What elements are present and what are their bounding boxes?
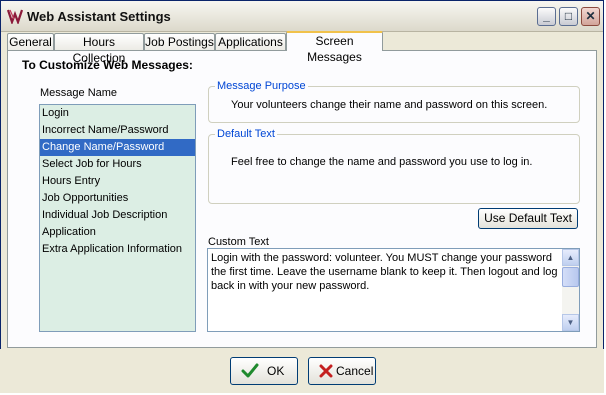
message-purpose-legend: Message Purpose xyxy=(215,80,308,92)
app-logo-icon xyxy=(7,9,23,24)
cancel-button[interactable]: Cancel xyxy=(308,357,376,385)
ok-label: OK xyxy=(267,364,285,378)
message-list[interactable]: Login Incorrect Name/Password Change Nam… xyxy=(39,104,196,332)
list-item-selected[interactable]: Change Name/Password xyxy=(40,139,195,156)
default-text-content: Feel free to change the name and passwor… xyxy=(231,156,533,168)
close-button[interactable]: ✕ xyxy=(581,7,600,26)
minimize-button[interactable]: _ xyxy=(537,7,556,26)
tab-general[interactable]: General xyxy=(7,33,54,50)
maximize-button[interactable]: □ xyxy=(559,7,578,26)
scroll-thumb[interactable] xyxy=(562,267,579,287)
custom-text-field[interactable]: Login with the password: volunteer. You … xyxy=(207,248,580,332)
section-heading: To Customize Web Messages: xyxy=(22,58,193,72)
custom-text-scrollbar[interactable]: ▲ ▼ xyxy=(562,249,579,331)
list-item[interactable]: Job Opportunities xyxy=(40,190,195,207)
message-purpose-group: Message Purpose Your volunteers change t… xyxy=(208,80,580,123)
close-icon: ✕ xyxy=(585,9,596,23)
default-text-group: Default Text Feel free to change the nam… xyxy=(208,128,580,204)
custom-text-value: Login with the password: volunteer. You … xyxy=(211,252,558,292)
scroll-up-icon[interactable]: ▲ xyxy=(562,249,579,266)
list-item[interactable]: Login xyxy=(40,105,195,122)
checkmark-icon xyxy=(241,363,259,378)
tab-job-postings[interactable]: Job Postings xyxy=(144,33,215,50)
scroll-down-icon[interactable]: ▼ xyxy=(562,314,579,331)
list-item[interactable]: Application xyxy=(40,224,195,241)
list-item[interactable]: Individual Job Description xyxy=(40,207,195,224)
list-item[interactable]: Hours Entry xyxy=(40,173,195,190)
ok-button[interactable]: OK xyxy=(230,357,298,385)
maximize-icon: □ xyxy=(564,9,573,23)
tab-screen-messages[interactable]: Screen Messages xyxy=(286,31,383,64)
list-item[interactable]: Extra Application Information xyxy=(40,241,195,258)
dialog-footer: OK Cancel xyxy=(0,349,604,393)
message-name-label: Message Name xyxy=(40,87,118,99)
tab-hours-collection[interactable]: Hours Collection xyxy=(54,33,144,65)
cancel-x-icon xyxy=(319,364,333,378)
message-purpose-text: Your volunteers change their name and pa… xyxy=(231,99,548,111)
custom-text-label: Custom Text xyxy=(208,236,269,248)
use-default-text-button[interactable]: Use Default Text xyxy=(478,208,578,229)
list-item[interactable]: Select Job for Hours xyxy=(40,156,195,173)
minimize-icon: _ xyxy=(543,9,550,23)
cancel-label: Cancel xyxy=(336,364,374,378)
default-text-legend: Default Text xyxy=(215,128,277,140)
window-title: Web Assistant Settings xyxy=(27,9,171,24)
list-item[interactable]: Incorrect Name/Password xyxy=(40,122,195,139)
title-bar[interactable]: Web Assistant Settings _ □ ✕ xyxy=(1,1,603,32)
tab-applications[interactable]: Applications xyxy=(215,33,286,50)
